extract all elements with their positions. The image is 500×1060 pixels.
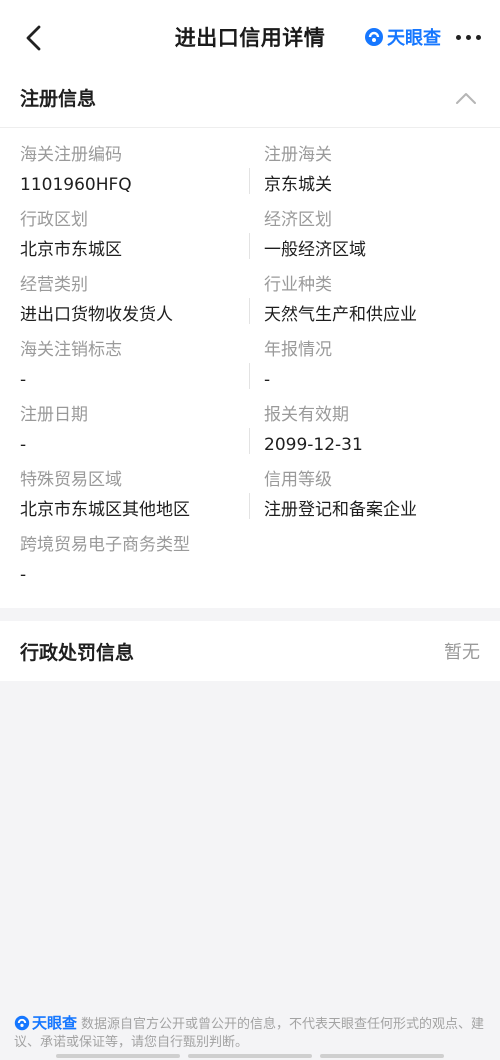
column-divider: [249, 233, 250, 259]
more-icon: [455, 34, 461, 40]
field-value: 天然气生产和供应业: [264, 305, 417, 325]
field-value: -: [20, 565, 27, 585]
field-label: 报关有效期: [264, 405, 349, 425]
field-value: 京东城关: [264, 175, 332, 195]
column-divider: [249, 493, 250, 519]
field-customs-code: 海关注册编码 1101960HFQ: [20, 142, 250, 198]
tianyancha-logo-icon: [14, 1015, 30, 1031]
field-label: 特殊贸易区域: [20, 470, 122, 490]
field-label: 行业种类: [264, 275, 332, 295]
field-value: 北京市东城区: [20, 240, 122, 260]
page-title: 进出口信用详情: [174, 26, 326, 50]
field-declaration-validity: 报关有效期 2099-12-31: [264, 402, 494, 458]
column-divider: [249, 363, 250, 389]
field-industry-type: 行业种类 天然气生产和供应业: [264, 272, 494, 328]
field-label: 年报情况: [264, 340, 332, 360]
indicator-segment: [56, 1054, 180, 1058]
field-value: -: [20, 370, 27, 390]
chevron-up-icon: [456, 92, 476, 104]
column-divider: [249, 298, 250, 324]
field-value: 注册登记和备案企业: [264, 500, 417, 520]
collapse-button[interactable]: [452, 84, 480, 112]
indicator-segment: [188, 1054, 312, 1058]
footer-brand-name: 天眼查: [32, 1014, 78, 1032]
field-value: 北京市东城区其他地区: [20, 500, 190, 520]
field-label: 海关注销标志: [20, 340, 122, 360]
page: 进出口信用详情 天眼查 注册信息 海关注册编码 1101960HFQ 注册海关 …: [0, 0, 500, 1060]
field-registered-customs: 注册海关 京东城关: [264, 142, 494, 198]
field-label: 海关注册编码: [20, 145, 122, 165]
field-value: 进出口货物收发货人: [20, 305, 173, 325]
field-ecommerce-type: 跨境贸易电子商务类型 -: [20, 532, 320, 588]
field-credit-level: 信用等级 注册登记和备案企业: [264, 467, 494, 523]
field-special-trade-zone: 特殊贸易区域 北京市东城区其他地区: [20, 467, 250, 523]
field-row: 行政区划 北京市东城区 经济区划 一般经济区域: [0, 207, 500, 272]
field-economic-division: 经济区划 一般经济区域: [264, 207, 494, 263]
registration-title: 注册信息: [20, 88, 97, 110]
bottom-indicator: [56, 1054, 444, 1058]
field-row: 海关注销标志 - 年报情况 -: [0, 337, 500, 402]
field-label: 信用等级: [264, 470, 332, 490]
registration-card: 注册信息 海关注册编码 1101960HFQ 注册海关 京东城关 行政区划 北京…: [0, 68, 500, 608]
registration-header[interactable]: 注册信息: [0, 68, 500, 128]
field-label: 跨境贸易电子商务类型: [20, 535, 190, 555]
field-annual-report: 年报情况 -: [264, 337, 494, 393]
more-options-button[interactable]: [448, 24, 488, 50]
brand-name: 天眼查: [387, 28, 441, 49]
field-value: -: [264, 370, 271, 390]
header-bar: 进出口信用详情 天眼查: [0, 0, 500, 74]
disclaimer-text: 数据源自官方公开或曾公开的信息，不代表天眼查任何形式的观点、建议、承诺或保证等，…: [14, 1017, 485, 1050]
field-value: 1101960HFQ: [20, 175, 132, 195]
brand-logo: 天眼查: [364, 24, 441, 50]
field-admin-division: 行政区划 北京市东城区: [20, 207, 250, 263]
penalty-section[interactable]: 行政处罚信息 暂无: [0, 621, 500, 681]
back-button[interactable]: [14, 18, 54, 58]
registration-fields: 海关注册编码 1101960HFQ 注册海关 京东城关 行政区划 北京市东城区 …: [0, 128, 500, 597]
field-label: 注册海关: [264, 145, 332, 165]
column-divider: [249, 168, 250, 194]
field-row: 跨境贸易电子商务类型 -: [0, 532, 500, 597]
field-label: 注册日期: [20, 405, 88, 425]
footer-brand: 天眼查: [14, 1014, 77, 1032]
more-icon-dot: [465, 34, 471, 40]
indicator-segment: [320, 1054, 444, 1058]
chevron-left-icon: [26, 25, 41, 51]
field-value: 2099-12-31: [264, 435, 363, 455]
footer-disclaimer: 天眼查 数据源自官方公开或曾公开的信息，不代表天眼查任何形式的观点、建议、承诺或…: [14, 1014, 490, 1052]
column-divider: [249, 428, 250, 454]
field-row: 海关注册编码 1101960HFQ 注册海关 京东城关: [0, 142, 500, 207]
penalty-title: 行政处罚信息: [20, 641, 135, 664]
field-value: -: [20, 435, 27, 455]
field-registration-date: 注册日期 -: [20, 402, 250, 458]
more-icon-dot: [475, 34, 481, 40]
penalty-status: 暂无: [444, 642, 480, 663]
field-value: 一般经济区域: [264, 240, 366, 260]
field-deregistration-flag: 海关注销标志 -: [20, 337, 250, 393]
field-row: 经营类别 进出口货物收发货人 行业种类 天然气生产和供应业: [0, 272, 500, 337]
field-label: 经营类别: [20, 275, 88, 295]
field-row: 注册日期 - 报关有效期 2099-12-31: [0, 402, 500, 467]
field-label: 行政区划: [20, 210, 88, 230]
field-row: 特殊贸易区域 北京市东城区其他地区 信用等级 注册登记和备案企业: [0, 467, 500, 532]
field-label: 经济区划: [264, 210, 332, 230]
tianyancha-logo-icon: [365, 28, 383, 46]
field-business-category: 经营类别 进出口货物收发货人: [20, 272, 250, 328]
